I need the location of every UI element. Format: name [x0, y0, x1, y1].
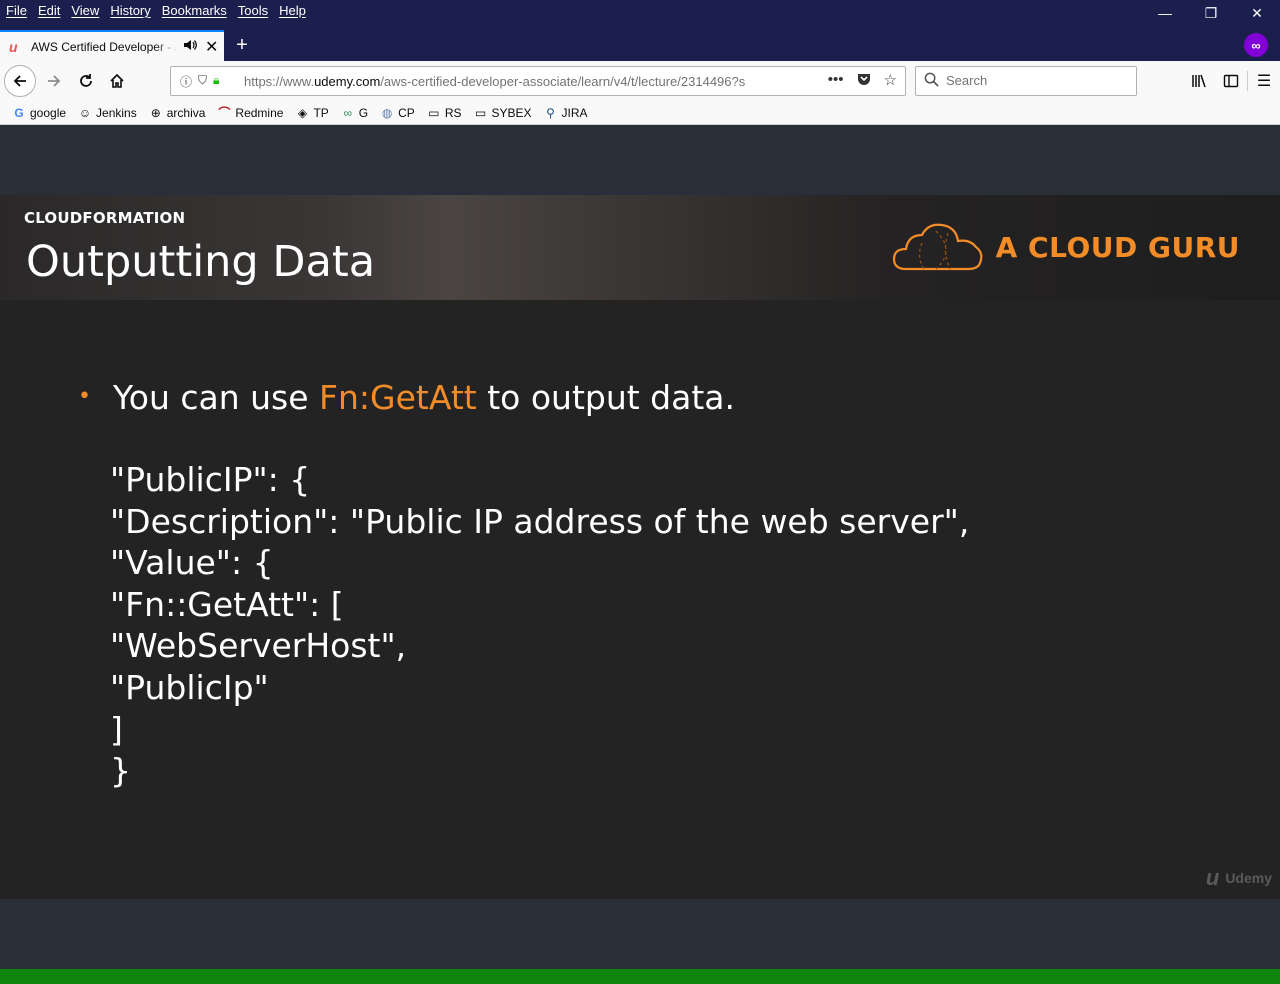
- udemy-watermark: u Udemy: [1206, 865, 1272, 891]
- restore-button[interactable]: ❐: [1188, 0, 1234, 26]
- back-arrow-icon: [13, 75, 26, 87]
- brand-logo: A CLOUD GURU: [892, 221, 1240, 273]
- cp-icon: ◍: [381, 105, 393, 120]
- code-line: "Value": {: [110, 543, 274, 583]
- bookmark-redmine[interactable]: ⌒ Redmine: [217, 104, 283, 121]
- jira-icon: ⚲: [546, 105, 555, 120]
- minimize-button[interactable]: —: [1142, 0, 1188, 26]
- menu-items: File Edit View History Bookmarks Tools H…: [6, 3, 306, 18]
- menu-tools[interactable]: Tools: [238, 3, 268, 18]
- menu-view[interactable]: View: [71, 3, 99, 18]
- search-bar[interactable]: [915, 66, 1137, 96]
- folder-icon: ▭: [428, 105, 440, 120]
- udemy-watermark-text: Udemy: [1225, 870, 1272, 886]
- g-icon: ∞: [343, 105, 353, 120]
- bookmarks-toolbar: Ggoogle ☺ Jenkins ⊕ archiva ⌒ Redmine ◈ TP ∞…: [0, 101, 1280, 125]
- code-line: }: [110, 751, 131, 791]
- url-bar[interactable]: ⓘ ⛉ 🔒︎ https://www.udemy.com/aws-certifi…: [170, 66, 906, 96]
- google-icon: G: [14, 105, 24, 120]
- lecture-slide: CLOUDFORMATION Outputting Data A CLOUD G…: [0, 195, 1280, 984]
- close-window-button[interactable]: ✕: [1234, 0, 1280, 26]
- redmine-icon: ⌒: [218, 106, 231, 120]
- bookmark-google[interactable]: Ggoogle: [12, 106, 66, 120]
- forward-button[interactable]: [38, 65, 70, 97]
- brand-text: A CLOUD GURU: [995, 230, 1240, 264]
- navigation-toolbar: ⓘ ⛉ 🔒︎ https://www.udemy.com/aws-certifi…: [0, 61, 1280, 101]
- tab-bar: u AWS Certified Developer - A ✕ + ∞: [0, 26, 1280, 61]
- code-line: "PublicIp": [110, 667, 269, 707]
- home-icon: [110, 73, 124, 88]
- info-icon[interactable]: ⓘ: [180, 73, 192, 90]
- reload-button[interactable]: [70, 65, 102, 97]
- bookmark-cp[interactable]: ◍ CP: [380, 106, 415, 120]
- search-icon: [924, 72, 939, 91]
- pocket-icon[interactable]: [856, 71, 872, 91]
- tab-title: AWS Certified Developer - A: [31, 39, 177, 54]
- speaker-icon[interactable]: [183, 39, 197, 54]
- code-block: "PublicIP": { "Description": "Public IP …: [110, 459, 969, 792]
- udemy-logo-icon: u: [1205, 865, 1220, 890]
- menu-file[interactable]: File: [6, 3, 27, 18]
- sidebar-toggle-icon[interactable]: [1215, 65, 1247, 97]
- tab-close-icon[interactable]: ✕: [205, 37, 218, 57]
- bullet-dot-icon: •: [78, 384, 91, 409]
- bullet-highlight: Fn:GetAtt: [319, 378, 477, 417]
- menu-history[interactable]: History: [110, 3, 150, 18]
- video-player[interactable]: CLOUDFORMATION Outputting Data A CLOUD G…: [0, 125, 1280, 984]
- bullet-point: • You can use Fn:GetAtt to output data.: [78, 378, 735, 417]
- bookmark-jenkins[interactable]: ☺ Jenkins: [78, 106, 137, 120]
- menu-bookmarks[interactable]: Bookmarks: [162, 3, 227, 18]
- bookmark-rs[interactable]: ▭ RS: [427, 105, 461, 120]
- search-input[interactable]: [946, 73, 1126, 88]
- page-actions-menu-icon[interactable]: •••: [828, 71, 844, 91]
- tp-icon: ◈: [297, 105, 308, 120]
- bullet-text-after: to output data.: [476, 378, 735, 417]
- folder-icon: ▭: [474, 105, 487, 120]
- back-button[interactable]: [4, 65, 36, 97]
- toolbar-right: ☰: [1183, 65, 1280, 97]
- bullet-text-before: You can use: [112, 378, 320, 417]
- bookmark-star-icon[interactable]: ☆: [884, 71, 897, 91]
- bookmark-archiva[interactable]: ⊕ archiva: [149, 106, 206, 120]
- bookmark-g[interactable]: ∞ G: [341, 105, 369, 120]
- home-button[interactable]: [101, 65, 133, 97]
- udemy-favicon-icon: u: [9, 38, 18, 55]
- slide-section-label: CLOUDFORMATION: [24, 209, 186, 227]
- bookmark-sybex[interactable]: ▭ SYBEX: [473, 105, 532, 120]
- hamburger-menu-icon[interactable]: ☰: [1248, 65, 1280, 97]
- globe-icon: ⊕: [150, 105, 161, 120]
- reload-icon: [80, 74, 92, 87]
- code-line: ]: [110, 709, 123, 749]
- forward-arrow-icon: [48, 75, 61, 87]
- code-line: "Fn::GetAtt": [: [110, 584, 344, 624]
- code-line: "WebServerHost",: [110, 626, 407, 666]
- url-text[interactable]: https://www.udemy.com/aws-certified-deve…: [244, 74, 789, 89]
- private-browsing-icon: ∞: [1244, 33, 1268, 57]
- menu-bar: File Edit View History Bookmarks Tools H…: [0, 0, 1280, 26]
- lock-icon[interactable]: 🔒︎: [213, 73, 219, 90]
- bookmark-jira[interactable]: ⚲ JIRA: [544, 105, 587, 120]
- window-controls: — ❐ ✕: [1142, 0, 1280, 26]
- progress-fill: [0, 969, 1280, 984]
- menu-help[interactable]: Help: [279, 3, 306, 18]
- url-security-icons: ⓘ ⛉ 🔒︎: [180, 73, 219, 90]
- menu-edit[interactable]: Edit: [38, 3, 60, 18]
- video-progress-bar[interactable]: [0, 969, 1280, 984]
- bookmark-tp[interactable]: ◈ TP: [295, 105, 329, 120]
- code-line: "PublicIP": {: [110, 460, 311, 499]
- new-tab-button[interactable]: +: [232, 34, 252, 57]
- jenkins-icon: ☺: [78, 105, 92, 120]
- library-icon[interactable]: [1183, 65, 1215, 97]
- tab-aws-course[interactable]: u AWS Certified Developer - A ✕: [0, 30, 224, 61]
- slide-title: Outputting Data: [26, 237, 376, 287]
- page-actions: ••• ☆: [828, 71, 897, 91]
- cloud-logo-icon: [892, 223, 983, 271]
- code-line: "Description": "Public IP address of the…: [110, 501, 970, 541]
- tracking-shield-icon[interactable]: ⛉: [198, 73, 207, 90]
- slide-header: CLOUDFORMATION Outputting Data A CLOUD G…: [0, 195, 1280, 300]
